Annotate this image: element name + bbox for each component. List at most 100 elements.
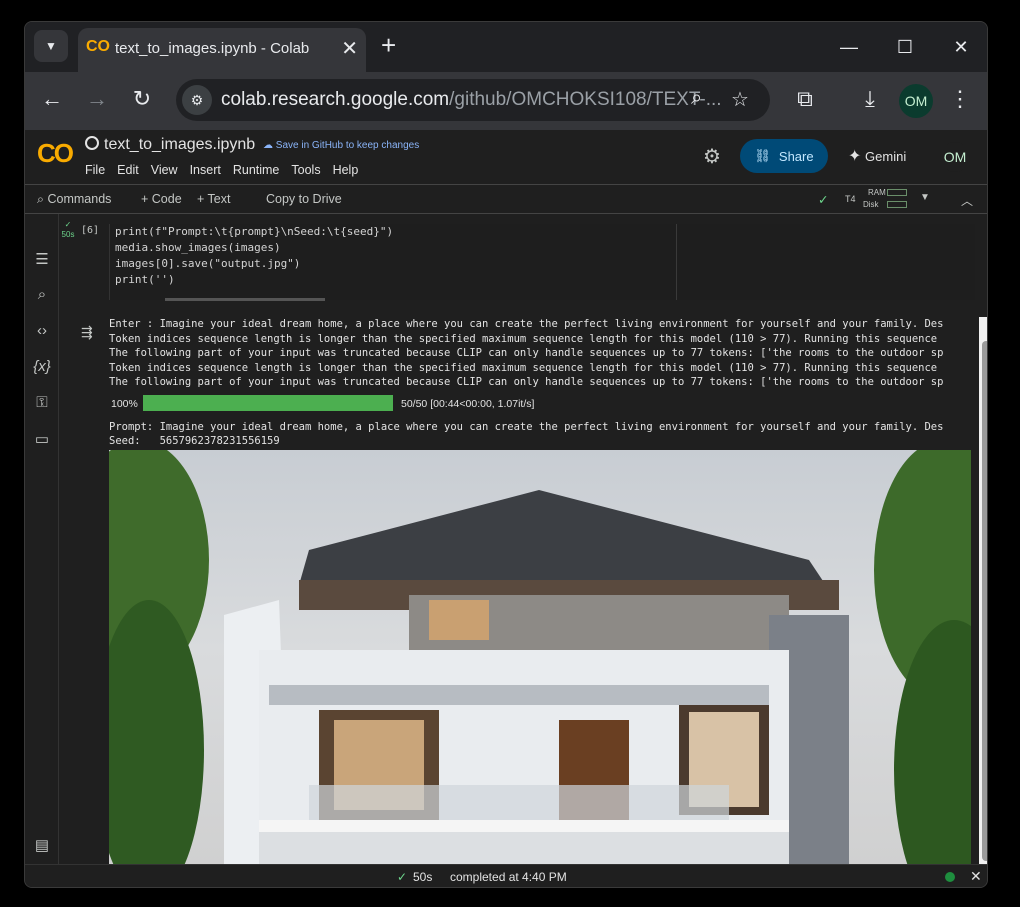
menu-edit[interactable]: Edit <box>117 163 139 177</box>
save-in-github-link[interactable]: ☁ Save in GitHub to keep changes <box>263 140 419 151</box>
status-completed-text[interactable]: completed at 4:40 PM <box>450 870 567 884</box>
connected-check-icon: ✓ <box>818 193 829 207</box>
output-line: The following part of your input was tru… <box>109 347 944 359</box>
navigation-bar: ← → ↻ ⚙ colab.research.google.com/github… <box>25 72 987 130</box>
disk-usage-bar[interactable] <box>887 201 907 208</box>
menu-tools[interactable]: Tools <box>291 163 320 177</box>
url-path: /github/OMCHOKSI108/TEXT-... <box>449 89 722 110</box>
terminal-icon[interactable]: ▤ <box>31 836 53 854</box>
output-actions-icon[interactable]: ⇶ <box>81 324 93 341</box>
tab-strip: ▼ CO text_to_images.ipynb - Colab ✕ + — … <box>25 22 987 72</box>
code-snippets-icon[interactable]: ‹› <box>31 322 53 339</box>
gemini-label: Gemini <box>865 149 907 164</box>
extensions-icon[interactable]: ⧉ <box>790 86 820 112</box>
zoom-icon[interactable]: ⌕ <box>691 87 702 110</box>
url-host: colab.research.google.com <box>221 89 450 110</box>
menu-runtime[interactable]: Runtime <box>233 163 280 177</box>
progress-percent: 100% <box>111 397 138 410</box>
menu-insert[interactable]: Insert <box>190 163 221 177</box>
cell-execution-count[interactable]: [6] <box>81 225 99 236</box>
output-line: Token indices sequence length is longer … <box>109 332 938 345</box>
link-icon: ⛓ <box>754 148 771 163</box>
left-sidebar: ☰ ⌕ ‹› {x} ⚿ ▭ ▤ <box>25 214 59 864</box>
menu-file[interactable]: File <box>85 163 105 177</box>
chevron-down-icon: ▼ <box>45 39 57 53</box>
sparkle-icon: ✦ <box>848 148 862 165</box>
share-label: Share <box>778 148 814 164</box>
colab-favicon-icon: CO <box>86 38 110 55</box>
notebook-toolbar: ⌕ Commands + Code + Text Copy to Drive ✓… <box>25 184 987 214</box>
menu-view[interactable]: View <box>151 163 178 177</box>
close-status-icon[interactable]: ✕ <box>970 868 982 885</box>
add-code-button[interactable]: + Code <box>141 192 182 206</box>
search-icon: ⌕ <box>37 192 48 206</box>
status-bar: ✓ 50s completed at 4:40 PM ✕ <box>25 864 987 887</box>
browser-tab[interactable]: CO text_to_images.ipynb - Colab ✕ <box>78 28 366 72</box>
address-bar[interactable]: ⚙ colab.research.google.com/github/OMCHO… <box>176 79 770 121</box>
tab-search-button[interactable]: ▼ <box>34 30 68 62</box>
reload-icon[interactable]: ↻ <box>127 86 157 112</box>
back-icon[interactable]: ← <box>37 86 67 112</box>
code-horizontal-scrollbar[interactable] <box>165 298 325 301</box>
variables-icon[interactable]: {x} <box>31 358 53 375</box>
collapse-header-icon[interactable]: ︿ <box>961 192 973 209</box>
files-folder-icon[interactable]: ▭ <box>31 430 53 448</box>
progress-stats: 50/50 [00:44<00:00, 1.07it/s] <box>401 397 535 410</box>
disk-label: Disk <box>863 200 879 209</box>
commands-label: Commands <box>47 192 112 206</box>
github-icon <box>85 136 99 150</box>
output-scrollbar[interactable] <box>979 317 987 864</box>
code-line: print('') <box>115 273 175 286</box>
settings-gear-icon[interactable]: ⚙ <box>703 144 721 169</box>
runtime-dropdown-icon[interactable]: ▼ <box>920 192 930 203</box>
generated-house-image <box>109 450 971 864</box>
code-line: images[0].save("output.jpg") <box>115 257 301 270</box>
menu-bar: File Edit View Insert Runtime Tools Help <box>85 163 358 177</box>
close-window-button[interactable]: ✕ <box>933 22 987 72</box>
output-scroll-thumb[interactable] <box>982 341 987 861</box>
url-text[interactable]: colab.research.google.com/github/OMCHOKS… <box>221 89 722 111</box>
notebook-title[interactable]: text_to_images.ipynb <box>85 136 255 154</box>
code-line: media.show_images(images) <box>115 241 281 254</box>
browser-window: ▼ CO text_to_images.ipynb - Colab ✕ + — … <box>24 21 988 888</box>
cell-check-icon: ✓ <box>64 220 72 229</box>
browser-menu-icon[interactable]: ⋮ <box>945 86 975 112</box>
commands-button[interactable]: ⌕ Commands <box>37 192 111 207</box>
secrets-key-icon[interactable]: ⚿ <box>31 394 53 411</box>
notebook-name: text_to_images.ipynb <box>104 136 256 153</box>
output-line: Prompt: Imagine your ideal dream home, a… <box>109 420 944 433</box>
gemini-button[interactable]: ✦ Gemini <box>848 146 906 166</box>
download-icon[interactable]: ⤓ <box>855 86 885 112</box>
menu-help[interactable]: Help <box>333 163 359 177</box>
code-editor[interactable]: print(f"Prompt:\t{prompt}\nSeed:\t{seed}… <box>109 224 975 301</box>
house-illustration <box>109 450 971 864</box>
status-exec-time: 50s <box>413 870 433 884</box>
notebook-area: ✓ 50s [6] print(f"Prompt:\t{prompt}\nSeed… <box>59 214 987 864</box>
user-avatar[interactable]: OM <box>940 142 970 172</box>
site-info-icon[interactable]: ⚙ <box>182 85 212 115</box>
forward-icon[interactable]: → <box>82 86 112 112</box>
share-button[interactable]: ⛓ Share <box>740 139 828 173</box>
cell-exec-time: 50s <box>61 230 75 239</box>
code-line: print(f"Prompt:\t{prompt}\nSeed:\t{seed}… <box>115 225 394 238</box>
copy-to-drive-button[interactable]: Copy to Drive <box>266 192 342 206</box>
table-of-contents-icon[interactable]: ☰ <box>31 250 53 268</box>
minimize-button[interactable]: — <box>821 22 877 72</box>
maximize-button[interactable]: ☐ <box>877 22 933 72</box>
ram-usage-bar[interactable] <box>887 189 907 196</box>
new-tab-button[interactable]: + <box>381 30 396 61</box>
output-line: Enter : Imagine your ideal dream home, a… <box>109 318 944 330</box>
save-github-label: Save in GitHub to keep changes <box>275 140 420 151</box>
progress-bar <box>143 394 393 411</box>
runtime-status-dot <box>945 872 955 882</box>
output-line: Seed: 5657962378231556159 <box>109 435 280 447</box>
bookmark-star-icon[interactable]: ☆ <box>731 87 749 112</box>
ram-label: RAM <box>868 188 886 197</box>
browser-profile-avatar[interactable]: OM <box>899 84 933 118</box>
add-text-button[interactable]: + Text <box>197 192 230 206</box>
colab-logo[interactable]: CO <box>37 138 74 169</box>
cell-run-status: ✓ 50s <box>61 220 75 240</box>
find-replace-icon[interactable]: ⌕ <box>31 286 53 303</box>
ruler-line <box>676 224 677 300</box>
close-tab-icon[interactable]: ✕ <box>341 36 358 61</box>
